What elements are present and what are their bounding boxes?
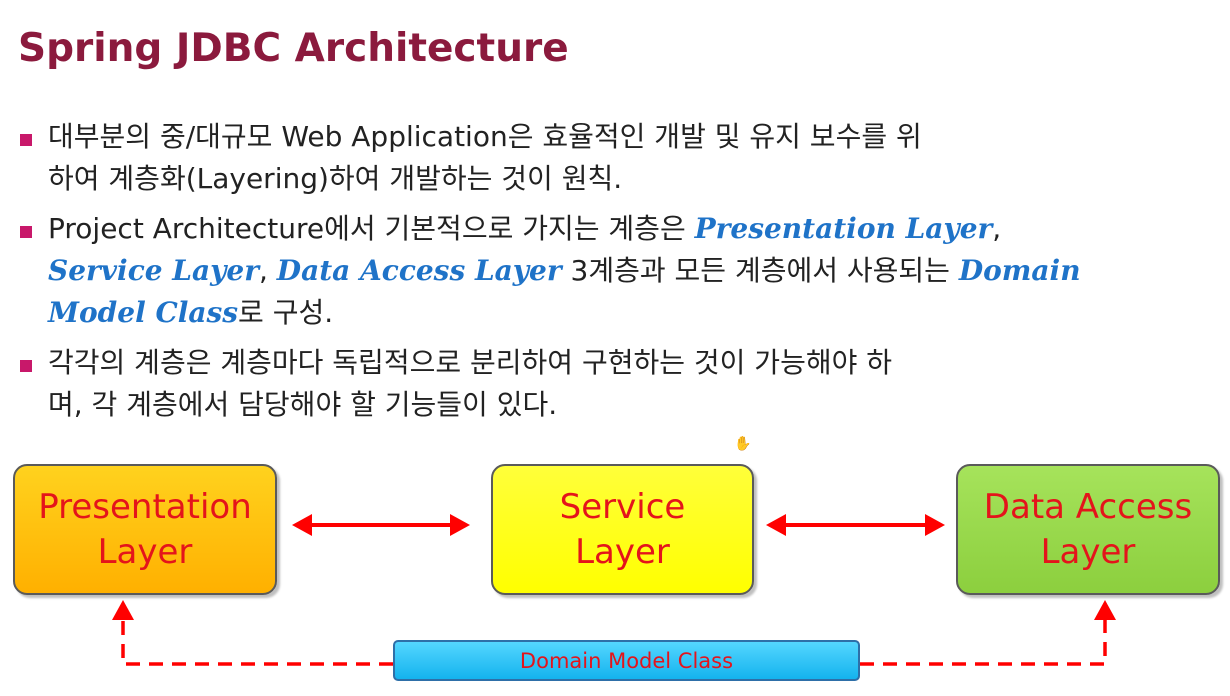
presentation-layer-box: Presentation Layer <box>13 464 277 595</box>
dashed-arrow-domain-to-data-access <box>860 600 1116 666</box>
hand-cursor-icon: ✋ <box>734 436 752 452</box>
domain-label: Domain Model Class <box>519 648 734 673</box>
layer-label: Layer <box>575 531 670 572</box>
domain-model-class-box: Domain Model Class <box>393 640 860 681</box>
arrow-presentation-service <box>292 514 470 536</box>
layer-label: Layer <box>1040 531 1136 572</box>
dashed-arrow-domain-to-presentation <box>112 600 393 666</box>
service-layer-box: Service Layer <box>491 464 754 595</box>
layer-label: Presentation <box>38 486 252 527</box>
arrow-service-data-access <box>766 514 945 536</box>
layer-label: Layer <box>97 531 193 572</box>
data-access-layer-box: Data Access Layer <box>956 464 1220 595</box>
layer-label: Service <box>559 486 686 527</box>
layer-label: Data Access <box>983 486 1193 527</box>
